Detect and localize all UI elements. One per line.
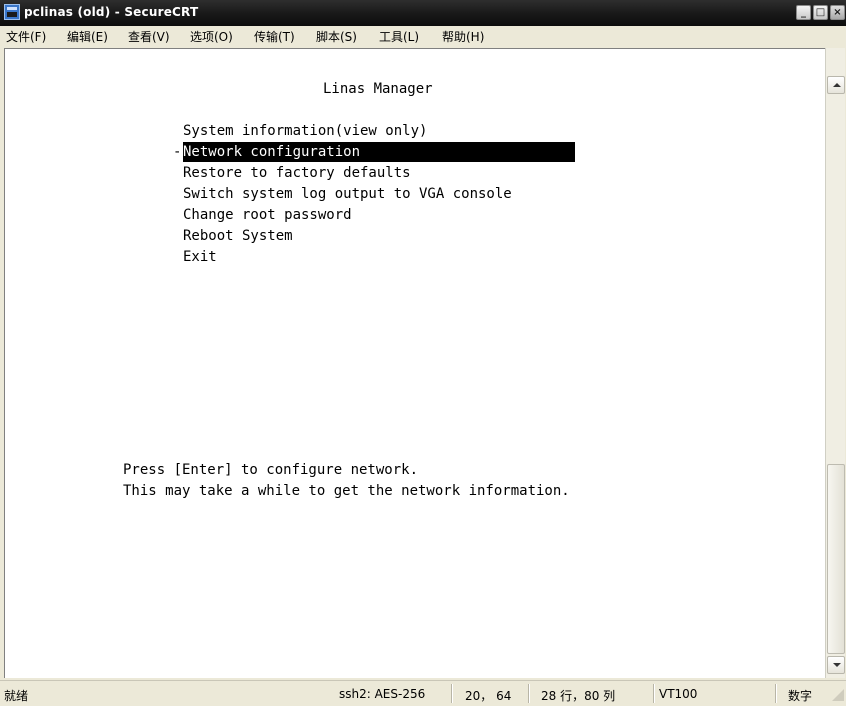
scroll-down-arrow-icon[interactable]: [827, 656, 845, 674]
vertical-scrollbar[interactable]: [825, 48, 845, 678]
menu-edit[interactable]: 编辑(E): [67, 28, 108, 45]
menu-option-exit[interactable]: Exit: [183, 247, 217, 267]
hint-line-2: This may take a while to get the network…: [123, 483, 570, 499]
menu-option-network-config[interactable]: Network configuration: [183, 142, 575, 162]
status-cursor-position: 20， 64: [465, 689, 512, 703]
status-ready: 就绪: [4, 689, 29, 703]
menu-transfer[interactable]: 传输(T): [254, 28, 295, 45]
menu-help[interactable]: 帮助(H): [442, 28, 484, 45]
status-divider: [775, 684, 776, 703]
hint-line-1: Press [Enter] to configure network.: [123, 462, 419, 478]
menu-option-system-info[interactable]: System information(view only): [183, 121, 427, 141]
menu-tools[interactable]: 工具(L): [379, 28, 419, 45]
status-terminal-type: VT100: [659, 687, 698, 701]
menu-script[interactable]: 脚本(S): [316, 28, 357, 45]
menu-option-switch-log-output[interactable]: Switch system log output to VGA console: [183, 184, 512, 204]
status-divider: [451, 684, 452, 703]
terminal-screen[interactable]: Linas Manager System information(view on…: [4, 48, 825, 678]
menu-bar: 文件(F) 编辑(E) 查看(V) 选项(O) 传输(T) 脚本(S) 工具(L…: [0, 26, 846, 46]
status-encryption: ssh2: AES-256: [339, 687, 426, 701]
menu-view[interactable]: 查看(V): [128, 28, 170, 45]
scrollbar-thumb[interactable]: [827, 464, 845, 654]
status-dimensions: 28 行，80 列: [541, 689, 616, 703]
window-title: pclinas (old) - SecureCRT: [24, 5, 199, 19]
menu-options[interactable]: 选项(O): [190, 28, 233, 45]
status-numlock: 数字: [788, 689, 813, 703]
status-divider: [528, 684, 529, 703]
terminal-header: Linas Manager: [323, 81, 433, 97]
selection-cursor-marker: -: [173, 144, 182, 160]
close-button[interactable]: ×: [830, 5, 845, 20]
status-divider: [653, 684, 654, 703]
menu-option-change-root-password[interactable]: Change root password: [183, 205, 352, 225]
status-bar: 就绪 ssh2: AES-256 20， 64 28 行，80 列 VT100 …: [0, 680, 846, 706]
title-bar: pclinas (old) - SecureCRT _ □ ×: [0, 0, 846, 26]
resize-grip-icon[interactable]: [832, 689, 844, 701]
maximize-button[interactable]: □: [813, 5, 828, 20]
minimize-button[interactable]: _: [796, 5, 811, 20]
menu-file[interactable]: 文件(F): [6, 28, 46, 45]
securecrt-app-icon[interactable]: [4, 4, 20, 20]
menu-option-reboot[interactable]: Reboot System: [183, 226, 293, 246]
menu-option-restore-defaults[interactable]: Restore to factory defaults: [183, 163, 411, 183]
scroll-up-arrow-icon[interactable]: [827, 76, 845, 94]
